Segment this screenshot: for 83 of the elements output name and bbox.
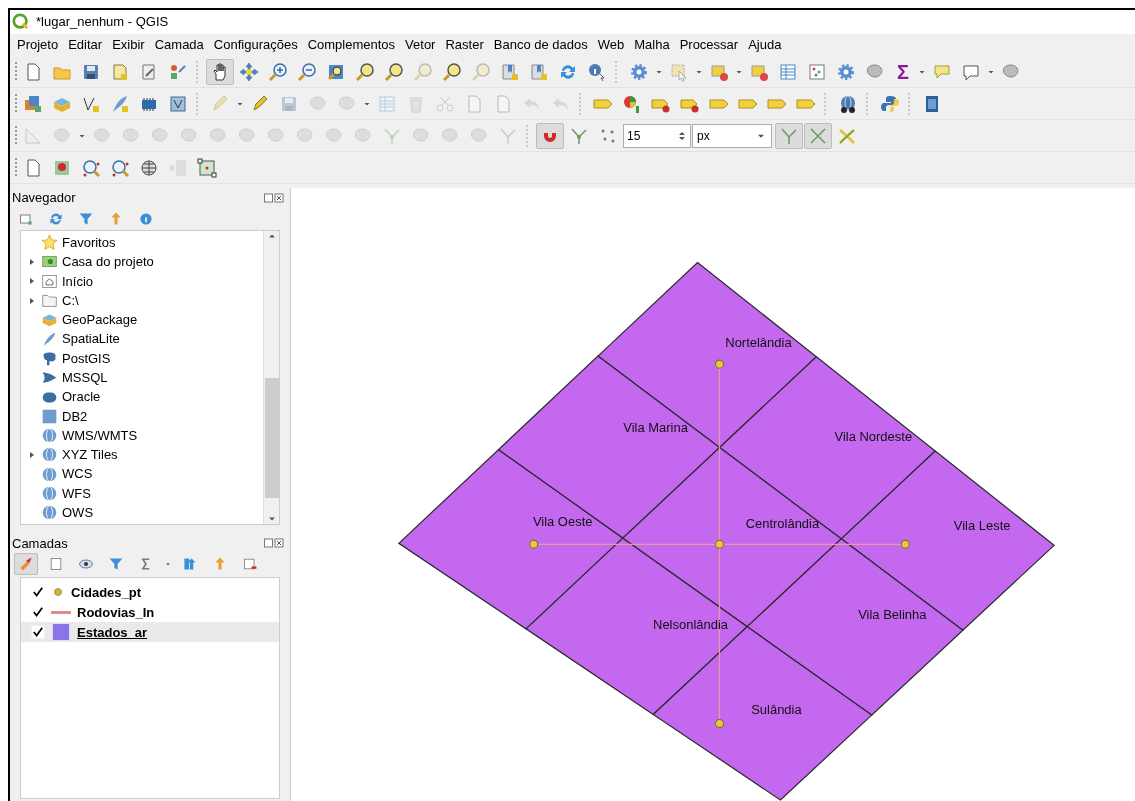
menu-item[interactable]: Web [592,35,630,55]
tree-item[interactable]: PostGIS [62,348,111,369]
menu-item[interactable]: Projeto [12,35,64,55]
tree-item[interactable]: MSSQL [62,368,108,388]
city-point [715,718,724,728]
menu-item[interactable]: Malha [629,35,675,55]
layer-name[interactable]: Estados_ar [77,622,148,643]
tree-item[interactable]: WFS [62,483,91,504]
region-label: Nortelândia [725,335,792,351]
region-label: Nelsonlândia [653,616,728,632]
selected-layer-row[interactable]: Estados_ar [21,622,279,643]
layer-checkbox[interactable] [31,605,45,620]
toolbar-grip-icon [14,93,18,114]
globe-icon [41,446,58,464]
city-point [715,539,724,549]
toolbar-grip-icon [14,61,18,82]
globe-icon [41,485,58,502]
menu-item[interactable]: Banco de dados [488,35,593,55]
region-label: Vila Belinha [858,606,927,622]
tree-item[interactable]: OWS [62,503,94,523]
tree-item[interactable]: C:\ [62,290,79,311]
menu-item[interactable]: Ajuda [743,35,787,55]
city-point [529,539,539,549]
menu-item[interactable]: Raster [440,35,489,55]
region-label: Vila Nordeste [834,428,913,444]
tree-item[interactable]: GeoPackage [62,310,138,330]
layers-icon [48,556,64,573]
dock-controls-icon [264,193,284,203]
panel-title: Navegador [12,189,76,208]
globe-icon [41,427,58,445]
database-icon [41,407,58,425]
brush-icon [18,556,34,573]
units-dropdown[interactable]: px [692,123,772,148]
measure-button[interactable]: Σ [890,58,916,85]
refresh-icon [48,211,64,227]
box-icon [41,311,58,329]
filter-icon [78,211,94,227]
menu-item[interactable]: Complementos [302,35,401,55]
tree-item[interactable]: WCS [62,464,93,484]
tree-item[interactable]: Início [62,271,94,291]
globe-icon [41,504,58,522]
style-button[interactable] [14,553,38,576]
panel-title: Camadas [12,534,68,553]
tree-item[interactable]: DB2 [62,406,88,427]
menu-item[interactable]: Exibir [107,35,150,55]
app-logo-icon [12,13,30,31]
toolbar-grip-icon [14,157,18,178]
menu-item[interactable]: Editar [63,35,108,55]
tree-item[interactable]: SpatiaLite [62,329,120,349]
home-icon [41,272,58,290]
layer-checkbox[interactable] [31,585,45,600]
tree-item[interactable]: WMS/WMTS [62,425,138,446]
city-point [900,539,910,549]
arrows-icon [182,556,198,573]
globe-icon [41,465,58,483]
tree-item[interactable]: Oracle [62,387,101,407]
folder-icon [41,292,58,310]
region-label: Sulândia [751,702,802,718]
menu-item[interactable]: Camada [149,35,209,55]
info-icon [138,211,154,227]
filter-icon [108,556,124,573]
toolbar-grip-icon [14,125,18,146]
window-title: *lugar_nenhum - QGIS [36,13,169,32]
tree-item[interactable]: Favoritos [62,232,116,253]
menu-item[interactable]: Vetor [400,35,441,55]
layer-name[interactable]: Rodovias_In [77,602,155,623]
region-label: Vila Leste [953,518,1011,534]
dock-controls-icon [264,538,284,549]
layer-checkbox[interactable] [31,625,45,640]
scrollbar[interactable] [263,231,279,525]
region-label: Vila Oeste [532,514,593,530]
tree-item[interactable]: XYZ Tiles [62,445,118,465]
region-label: Vila Marina [623,419,688,435]
feather-icon [41,330,58,348]
menu-item[interactable]: Processar [674,35,744,55]
region-label: Centrolândia [745,516,820,532]
tolerance-field[interactable]: 15 [623,123,691,148]
square-icon [18,211,34,227]
tree-item[interactable]: Casa do projeto [62,252,154,272]
layer-name[interactable]: Cidades_pt [71,582,142,603]
city-point [715,359,724,369]
menu-item[interactable]: Configurações [208,35,303,55]
star-icon [41,234,58,252]
